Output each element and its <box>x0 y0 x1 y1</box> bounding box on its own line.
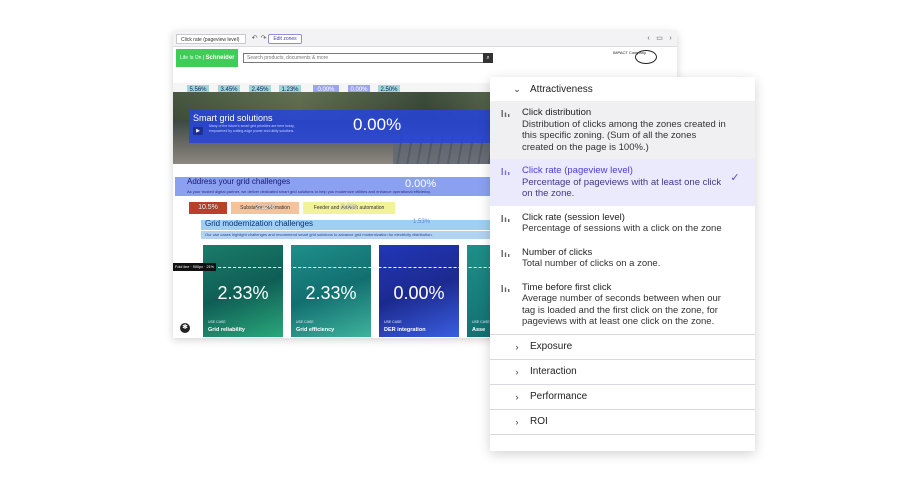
metric-description: Average number of seconds between when o… <box>522 293 721 327</box>
card-value: 2.33% <box>305 283 357 303</box>
section-label: Performance <box>530 391 588 402</box>
address-title: Address your grid challenges <box>187 177 291 186</box>
card-value: 0.00% <box>393 283 445 303</box>
layout-icon[interactable]: ▭ <box>655 34 664 44</box>
card-name: Grid efficiency <box>296 327 335 333</box>
card-tag: USE CASE <box>384 320 402 324</box>
section-label: ROI <box>530 416 548 427</box>
browser-toolbar: Click rate (pageview level) ↶ ↷ Edit zon… <box>173 31 677 47</box>
card-name: Grid reliability <box>208 327 245 333</box>
metric-click-rate-session[interactable]: Click rate (session level) Percentage of… <box>490 206 755 241</box>
use-case-card[interactable]: 0.00% USE CASE DER integration <box>379 245 459 337</box>
hero-title: Smart grid solutions <box>193 113 273 123</box>
tab-grid-modernization[interactable]: 10.5% <box>189 202 227 214</box>
metric-description: Percentage of pageviews with at least on… <box>522 176 722 200</box>
address-subtitle: As your trusted digital partner, we deli… <box>187 189 431 194</box>
use-case-card[interactable]: 2.33% USE CASE Grid reliability <box>203 245 283 337</box>
chevron-right-icon: › <box>515 391 519 402</box>
metric-click-rate-pageview[interactable]: Click rate (pageview level) Percentage o… <box>490 159 755 206</box>
forward-icon[interactable]: › <box>666 34 675 44</box>
chevron-right-icon: › <box>515 366 519 377</box>
hero-zone[interactable]: Smart grid solutions ▶ Many of the futur… <box>189 110 501 143</box>
brand-logo[interactable]: Life Is On | Schneider <box>176 49 238 67</box>
site-search-input[interactable]: Search products, documents & more <box>243 53 489 63</box>
chevron-right-icon: › <box>515 341 519 352</box>
hero-text: Many of the future's smart grid prioriti… <box>209 124 295 133</box>
metric-click-distribution[interactable]: Click distribution Distribution of click… <box>490 101 755 159</box>
metric-description: Total number of clicks on a zone. <box>522 258 661 269</box>
section-performance[interactable]: › Performance <box>490 385 755 409</box>
hero-zone-value: 0.00% <box>353 115 402 134</box>
stage: Click rate (pageview level) ↶ ↷ Edit zon… <box>0 0 918 480</box>
metric-time-before-first-click[interactable]: Time before first click Average number o… <box>490 276 755 334</box>
section-interaction[interactable]: › Interaction <box>490 360 755 384</box>
card-tag: USE CASE <box>208 320 226 324</box>
section-roi[interactable]: › ROI <box>490 410 755 434</box>
undo-icon[interactable]: ↶ <box>250 34 259 44</box>
section-label: Interaction <box>530 366 577 377</box>
card-tag: USE CASE <box>296 320 314 324</box>
chevron-right-icon: › <box>515 416 519 427</box>
bar-chart-icon <box>501 284 510 292</box>
use-case-card[interactable]: 2.33% USE CASE Grid efficiency <box>291 245 371 337</box>
grid-modernization-subtitle: Our use cases highlight challenges and r… <box>205 232 433 237</box>
metric-description: Distribution of clicks among the zones c… <box>522 118 726 153</box>
metric-title: Number of clicks <box>522 246 593 258</box>
zoning-select[interactable]: Click rate (pageview level) <box>176 34 246 44</box>
section-exposure[interactable]: › Exposure <box>490 335 755 359</box>
search-icon[interactable]: ⌕ <box>483 53 493 63</box>
tab-feeder-automation[interactable]: Feeder and network automation 0.0% <box>303 202 395 214</box>
bar-chart-icon <box>501 214 510 222</box>
chevron-down-icon: ⌄ <box>513 84 521 94</box>
bar-chart-icon <box>501 168 510 175</box>
bar-chart-icon <box>501 249 510 257</box>
redo-icon[interactable]: ↷ <box>259 34 268 44</box>
section-label: Exposure <box>530 341 573 352</box>
metric-title: Time before first click <box>522 281 612 293</box>
play-icon[interactable]: ▶ <box>193 127 203 135</box>
bar-chart-icon <box>501 110 510 117</box>
section-attractiveness[interactable]: ⌄ Attractiveness <box>490 77 755 101</box>
metric-number-of-clicks[interactable]: Number of clicks Total number of clicks … <box>490 241 755 276</box>
fold-line-label: Fold line · 900px · 21% <box>173 263 217 271</box>
grid-modernization-value: 1.53% <box>413 219 431 225</box>
card-value: 2.33% <box>217 283 269 303</box>
grid-modernization-title: Grid modernization challenges <box>205 219 314 228</box>
metric-title: Click rate (pageview level) <box>522 165 633 176</box>
metrics-dropdown: ⌄ Attractiveness Click distribution Dist… <box>490 77 755 451</box>
metric-description: Percentage of sessions with a click on t… <box>522 223 722 234</box>
accessibility-icon[interactable]: ✱ <box>180 323 190 333</box>
tab-substation-automation[interactable]: Substation automation 2.12% <box>231 202 299 214</box>
metric-title: Click distribution <box>522 107 592 118</box>
section-label: Attractiveness <box>530 83 593 95</box>
address-zone-value: 0.00% <box>405 178 437 190</box>
divider <box>490 433 755 435</box>
leaf-icon <box>635 50 657 64</box>
edit-zones-button[interactable]: Edit zones <box>268 34 302 44</box>
card-name: DER integration <box>384 327 426 333</box>
card-tag: USE CASE <box>472 320 490 324</box>
metric-title: Click rate (session level) <box>522 211 625 223</box>
back-icon[interactable]: ‹ <box>644 34 653 44</box>
check-icon: ✓ <box>730 172 740 184</box>
card-name: Asse <box>472 327 486 333</box>
